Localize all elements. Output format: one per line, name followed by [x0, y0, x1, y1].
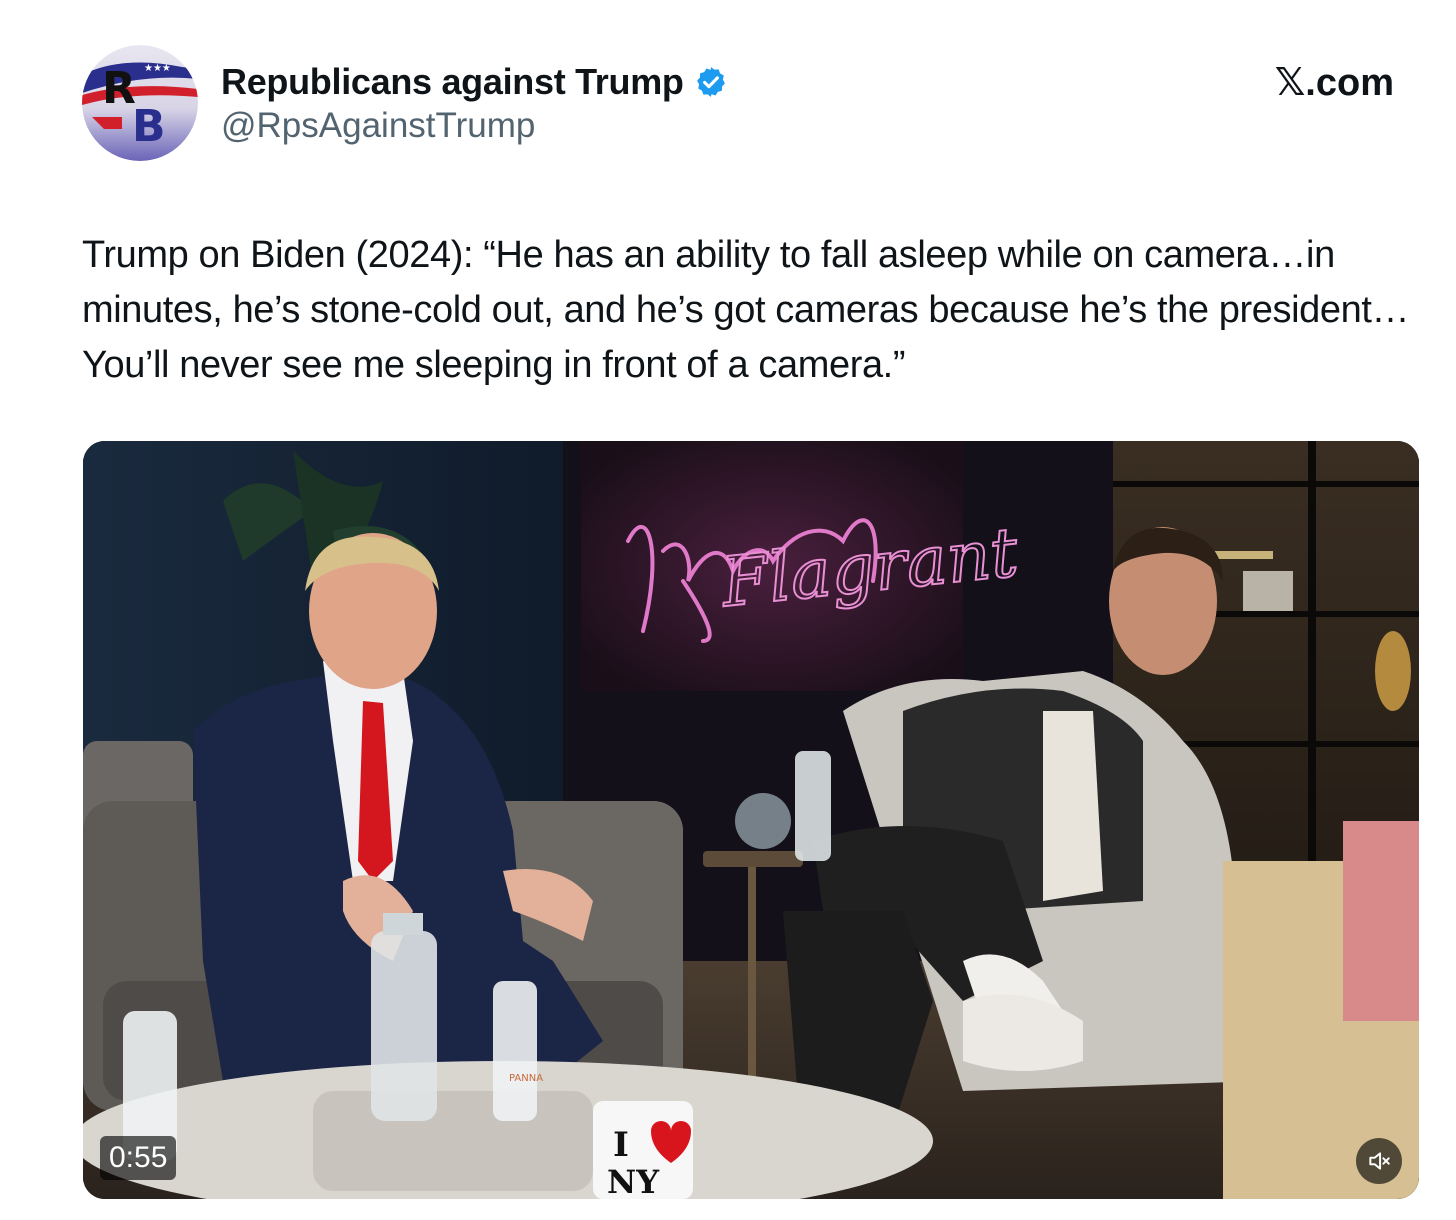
mug-text-top: I	[613, 1125, 629, 1165]
mute-button[interactable]	[1356, 1138, 1402, 1184]
video-duration-badge: 0:55	[100, 1136, 177, 1180]
video-player[interactable]: Flagrant PANNA I NY 0:55	[83, 441, 1419, 1199]
video-frame: Flagrant PANNA I NY	[83, 441, 1419, 1199]
bottle-label: PANNA	[509, 1073, 543, 1084]
speaker-muted-icon	[1369, 1152, 1390, 1170]
author-name-row[interactable]: Republicans against Trump	[221, 58, 728, 106]
tweet-text: Trump on Biden (2024): “He has an abilit…	[82, 234, 1410, 386]
author-handle[interactable]: @RpsAgainstTrump	[221, 106, 535, 146]
source-site-label: 𝕏.com	[1274, 62, 1394, 104]
avatar-letter-r: R	[102, 63, 136, 114]
svg-text:B: B	[132, 101, 166, 152]
avatar-logo: ★★★ R B	[82, 45, 198, 161]
avatar[interactable]: ★★★ R B	[82, 45, 198, 161]
svg-text:★★★: ★★★	[144, 63, 171, 74]
verified-badge-icon	[694, 65, 728, 99]
author-display-name[interactable]: Republicans against Trump	[221, 61, 684, 103]
mug-text-bottom: NY	[607, 1163, 660, 1199]
